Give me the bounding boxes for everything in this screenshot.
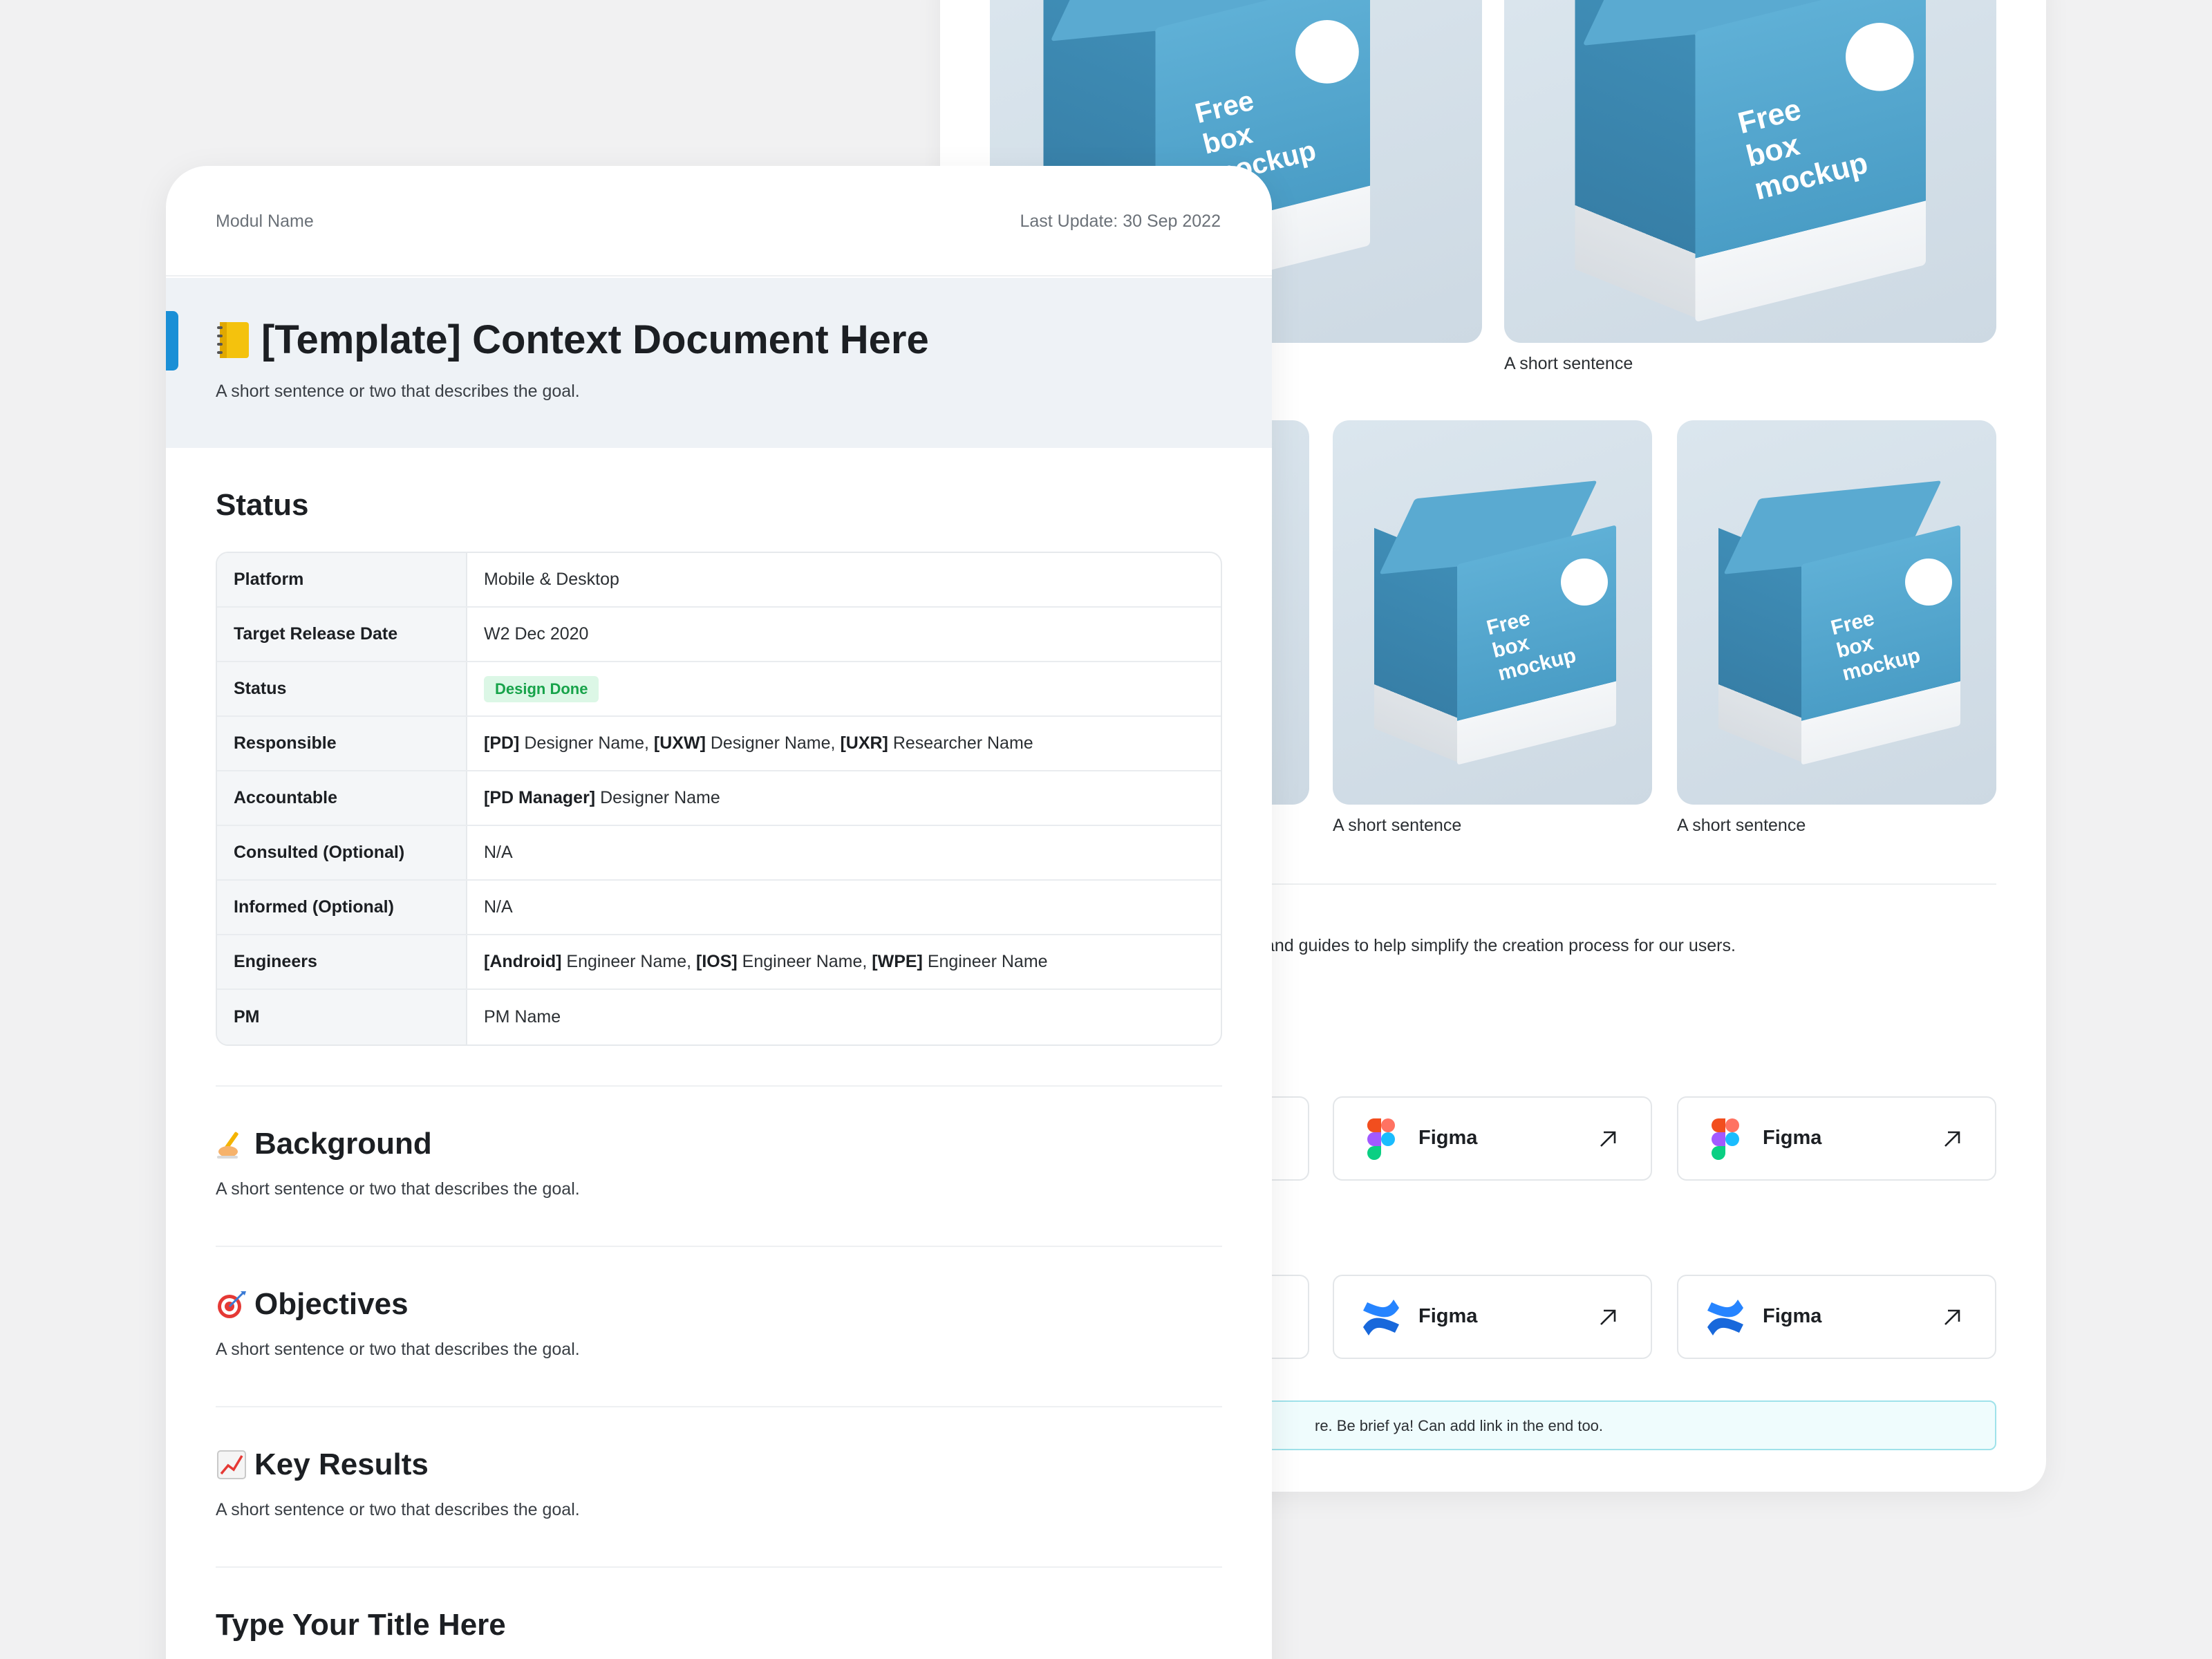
page-title: [Template] Context Document Here [261, 317, 929, 362]
row-key: Responsible [217, 717, 467, 770]
person-name: Engineer Name, [737, 952, 872, 971]
gallery-image[interactable]: Free box mockup [1504, 0, 1996, 343]
role-tag: [WPE] [872, 952, 923, 971]
module-name: Modul Name [216, 212, 314, 231]
box-mockup-image: Free box mockup [1718, 480, 1960, 765]
row-key: Consulted (Optional) [217, 826, 467, 879]
tool-link-card[interactable]: Figma [1333, 1096, 1652, 1181]
page-subtitle: A short sentence or two that describes t… [216, 382, 580, 401]
confluence-icon [1707, 1300, 1743, 1335]
tool-link-card[interactable]: Figma [1677, 1096, 1996, 1181]
chart-up-icon [217, 1450, 246, 1479]
row-value: [PD] Designer Name, [UXW] Designer Name,… [467, 717, 1221, 770]
writing-hand-icon [217, 1132, 238, 1159]
gallery-caption: A short sentence [1504, 354, 1633, 373]
person-name: Engineer Name, [561, 952, 697, 971]
tool-link-card[interactable]: Figma [1677, 1275, 1996, 1359]
row-value: N/A [484, 897, 513, 917]
resources-description: and guides to help simplify the creation… [1265, 936, 1736, 955]
gallery-image[interactable]: Free box mockup [1333, 420, 1652, 805]
gallery-caption: A short sentence [1333, 816, 1462, 835]
gallery-image[interactable]: Free box mockup [1677, 420, 1996, 805]
table-row: Accountable [PD Manager] Designer Name [217, 771, 1221, 826]
row-value: W2 Dec 2020 [484, 624, 589, 644]
external-link-arrow-icon [1600, 1131, 1616, 1147]
person-name: Designer Name [595, 788, 720, 807]
context-document-card: Modul Name Last Update: 30 Sep 2022 [Tem… [166, 166, 1272, 1659]
table-row: Engineers [Android] Engineer Name, [IOS]… [217, 935, 1221, 990]
section-heading: Key Results [216, 1447, 429, 1482]
row-value: PM Name [484, 1007, 561, 1027]
row-value: N/A [484, 843, 513, 862]
section-title-text: Objectives [254, 1287, 409, 1321]
section-divider [216, 1406, 1222, 1407]
document-header: Modul Name Last Update: 30 Sep 2022 [166, 166, 1272, 276]
section-title-text: Background [254, 1127, 432, 1161]
status-table: Platform Mobile & Desktop Target Release… [216, 552, 1222, 1046]
table-row: Informed (Optional) N/A [217, 881, 1221, 935]
role-tag: [UXW] [653, 733, 706, 753]
role-tag: [IOS] [696, 952, 738, 971]
table-row: Platform Mobile & Desktop [217, 553, 1221, 608]
person-name: Engineer Name [922, 952, 1048, 971]
notebook-icon [217, 321, 249, 358]
role-tag: [PD Manager] [484, 788, 596, 807]
table-row: Target Release Date W2 Dec 2020 [217, 608, 1221, 662]
row-value: [Android] Engineer Name, [IOS] Engineer … [467, 935, 1221, 988]
row-key: Target Release Date [217, 608, 467, 661]
figma-icon [1712, 1118, 1739, 1160]
person-name: Designer Name, [705, 733, 841, 753]
hero-accent-bar [166, 311, 178, 371]
tool-label: Figma [1763, 1127, 1822, 1149]
last-update: Last Update: 30 Sep 2022 [1020, 212, 1221, 231]
document-hero: [Template] Context Document Here A short… [166, 278, 1272, 448]
external-link-arrow-icon [1600, 1309, 1616, 1325]
role-tag: [PD] [484, 733, 520, 753]
confluence-icon [1363, 1300, 1399, 1335]
table-row: Status Design Done [217, 662, 1221, 717]
section-description: A short sentence or two that describes t… [216, 1179, 580, 1199]
box-mockup-image: Free box mockup [1575, 0, 1926, 323]
row-value: Mobile & Desktop [484, 570, 619, 589]
table-row: PM PM Name [217, 990, 1221, 1044]
tool-label: Figma [1418, 1127, 1478, 1149]
external-link-arrow-icon [1944, 1309, 1960, 1325]
section-divider [216, 1085, 1222, 1087]
gallery-caption: A short sentence [1677, 816, 1806, 835]
row-key: PM [217, 990, 467, 1044]
role-tag: [UXR] [840, 733, 888, 753]
row-key: Platform [217, 553, 467, 606]
section-description: A short sentence or two that describes t… [216, 1500, 580, 1519]
row-key: Accountable [217, 771, 467, 825]
row-key: Engineers [217, 935, 467, 988]
section-divider [216, 1246, 1222, 1247]
section-description: A short sentence or two that describes t… [216, 1340, 580, 1359]
role-tag: [Android] [484, 952, 562, 971]
person-name: Designer Name, [519, 733, 654, 753]
row-value: [PD Manager] Designer Name [467, 771, 1221, 825]
box-mockup-image: Free box mockup [1374, 480, 1616, 765]
section-heading: Objectives [216, 1287, 409, 1322]
section-title-text: Key Results [254, 1447, 429, 1481]
table-row: Responsible [PD] Designer Name, [UXW] De… [217, 717, 1221, 771]
row-key: Status [217, 662, 467, 715]
person-name: Researcher Name [888, 733, 1033, 753]
tool-label: Figma [1763, 1305, 1822, 1327]
tool-label: Figma [1418, 1305, 1478, 1327]
external-link-arrow-icon [1944, 1131, 1960, 1147]
tool-link-card[interactable]: Figma [1333, 1275, 1652, 1359]
status-heading: Status [216, 488, 309, 522]
table-row: Consulted (Optional) N/A [217, 826, 1221, 881]
callout-text: re. Be brief ya! Can add link in the end… [1315, 1417, 1604, 1434]
target-icon [218, 1291, 246, 1318]
section-divider [216, 1566, 1222, 1568]
figma-icon [1367, 1118, 1395, 1160]
section-heading: Background [216, 1127, 432, 1161]
page-title-row: [Template] Context Document Here [216, 317, 929, 363]
section-heading: Type Your Title Here [216, 1608, 506, 1642]
status-badge: Design Done [484, 675, 599, 702]
row-value: Design Done [467, 662, 1221, 715]
row-key: Informed (Optional) [217, 881, 467, 934]
